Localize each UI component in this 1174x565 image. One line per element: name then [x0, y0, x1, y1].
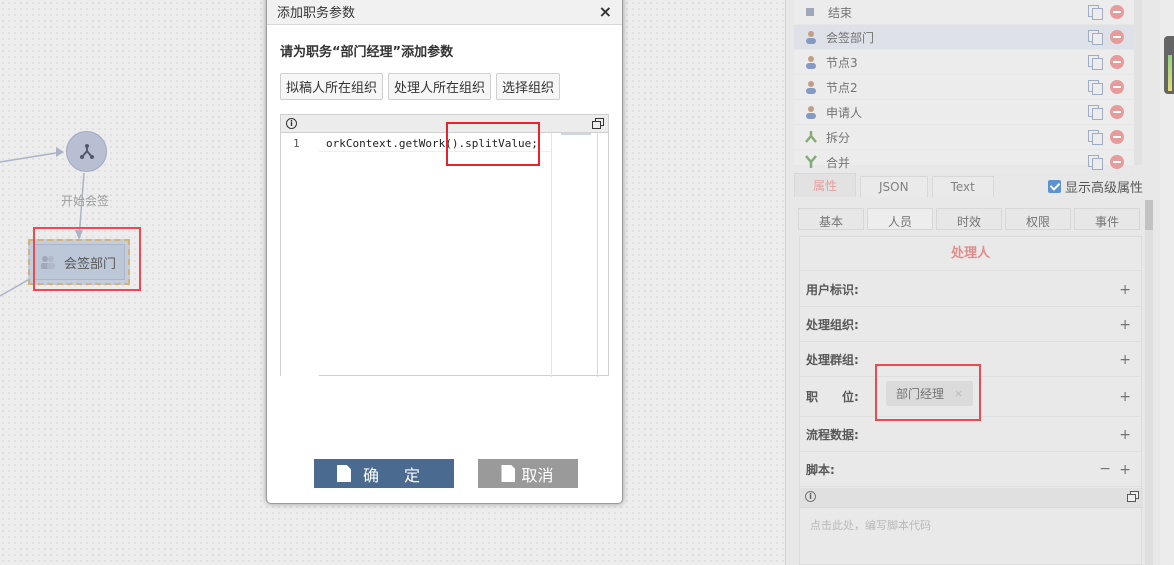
- add-position-param-dialog: 添加职务参数 × 请为职务“部门经理”添加参数 拟稿人所在组织 处理人所在组织 …: [266, 0, 623, 504]
- editor-scrollbar[interactable]: [597, 133, 598, 377]
- code-editor[interactable]: i 1 orkContext.getWork().splitValue;: [280, 114, 610, 377]
- line-number: 1: [293, 137, 300, 150]
- confirm-label: 确 定: [362, 465, 431, 485]
- handler-org-button[interactable]: 处理人所在组织: [388, 73, 492, 100]
- editor-print-margin: [551, 133, 552, 377]
- dialog-prompt: 请为职务“部门经理”添加参数: [280, 45, 454, 60]
- code-area[interactable]: 1 orkContext.getWork().splitValue;: [281, 133, 610, 377]
- document-cancel-icon: [501, 465, 516, 482]
- info-icon[interactable]: i: [286, 118, 297, 129]
- editor-toolbar: i: [281, 115, 608, 133]
- drafter-org-button[interactable]: 拟稿人所在组织: [280, 73, 384, 100]
- dialog-footer: 确 定 取消: [267, 459, 622, 488]
- select-org-button[interactable]: 选择组织: [496, 73, 561, 100]
- dialog-header: 添加职务参数 ×: [267, 0, 622, 25]
- line-gutter: [281, 133, 319, 377]
- maximize-icon[interactable]: [592, 118, 604, 129]
- confirm-button[interactable]: 确 定: [313, 459, 454, 488]
- close-icon[interactable]: ×: [599, 2, 612, 21]
- cancel-button[interactable]: 取消: [477, 459, 578, 488]
- org-button-row: 拟稿人所在组织 处理人所在组织 选择组织: [280, 73, 561, 100]
- document-check-icon: [336, 465, 351, 482]
- minimap-marker: [561, 133, 591, 135]
- code-line[interactable]: orkContext.getWork().splitValue;: [326, 137, 538, 150]
- cancel-label: 取消: [521, 465, 554, 485]
- dialog-title: 添加职务参数: [277, 6, 356, 21]
